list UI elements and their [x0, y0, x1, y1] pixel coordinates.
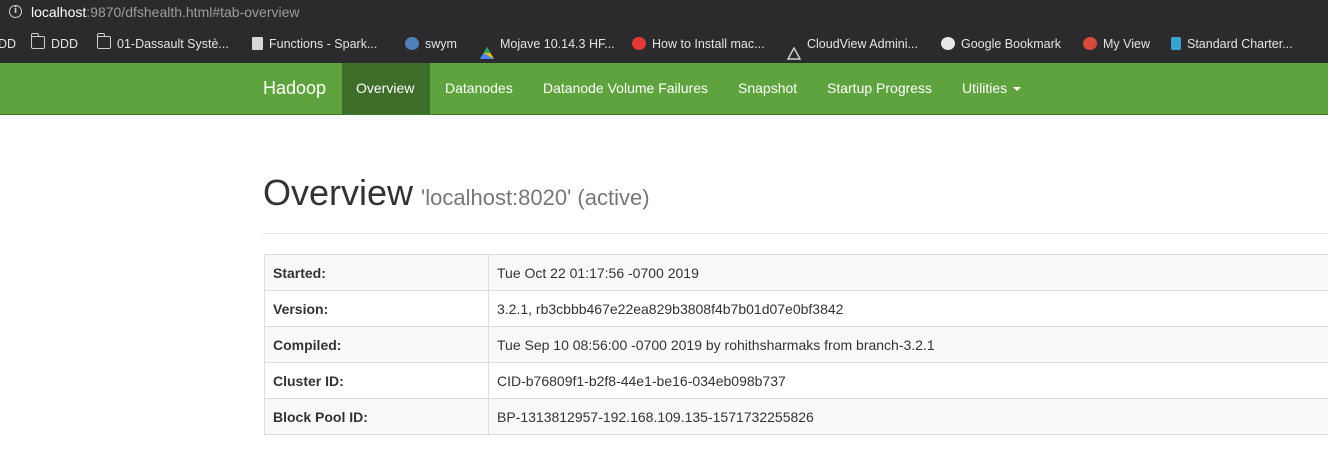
url-text[interactable]: localhost:9870/dfshealth.html#tab-overvi…	[31, 4, 300, 20]
row-key-cluster-id: Cluster ID:	[264, 362, 489, 399]
row-key-started: Started:	[264, 254, 489, 291]
row-value-compiled: Tue Sep 10 08:56:00 -0700 2019 by rohith…	[488, 326, 1328, 363]
bookmarks-bar: DD DDD 01-Dassault Systè... Functions - …	[0, 25, 1328, 63]
url-path: :9870/dfshealth.html#tab-overview	[86, 4, 300, 20]
page-subtitle: 'localhost:8020' (active)	[421, 185, 650, 210]
tab-datanode-volume-failures[interactable]: Datanode Volume Failures	[543, 63, 708, 114]
caret-down-icon	[1013, 87, 1022, 92]
table-row: Block Pool ID: BP-1313812957-192.168.109…	[264, 398, 1328, 435]
tab-startup-progress[interactable]: Startup Progress	[827, 63, 932, 114]
hadoop-navbar: Hadoop Overview Datanodes Datanode Volum…	[0, 63, 1328, 115]
bookmark-label: My View	[1103, 37, 1151, 51]
bookmark-swym[interactable]: swym	[405, 25, 457, 63]
myview-icon	[1083, 37, 1097, 51]
bookmark-label: Functions - Spark...	[269, 37, 378, 51]
folder-icon	[96, 33, 111, 50]
bookmark-google-bookmark[interactable]: Google Bookmark	[941, 25, 1061, 63]
table-row: Compiled: Tue Sep 10 08:56:00 -0700 2019…	[264, 326, 1328, 363]
info-icon[interactable]: i	[9, 5, 22, 18]
bookmark-label: CloudView Admini...	[807, 37, 918, 51]
table-row: Started: Tue Oct 22 01:17:56 -0700 2019	[264, 254, 1328, 291]
tab-snapshot[interactable]: Snapshot	[738, 63, 797, 114]
bookmark-dassault[interactable]: 01-Dassault Systè...	[96, 25, 229, 63]
bookmark-label: Standard Charter...	[1187, 37, 1293, 51]
bookmark-label: 01-Dassault Systè...	[117, 37, 229, 51]
bookmark-ddd[interactable]: DDD	[30, 25, 79, 63]
swym-icon	[405, 37, 419, 51]
bookmark-mojave[interactable]: Mojave 10.14.3 HF...	[480, 25, 615, 63]
url-host: localhost	[31, 4, 87, 20]
bookmark-label: Mojave 10.14.3 HF...	[500, 37, 615, 51]
table-row: Version: 3.2.1, rb3cbbb467e22ea829b3808f…	[264, 290, 1328, 327]
bookmark-dd[interactable]: DD	[0, 25, 16, 63]
standard-chartered-icon	[1171, 37, 1181, 51]
row-key-compiled: Compiled:	[264, 326, 489, 363]
table-row: Cluster ID: CID-b76809f1-b2f8-44e1-be16-…	[264, 362, 1328, 399]
bookmark-how-to-install[interactable]: How to Install mac...	[632, 25, 765, 63]
bookmark-my-view[interactable]: My View	[1083, 25, 1150, 63]
folder-icon	[30, 33, 45, 50]
row-value-cluster-id: CID-b76809f1-b2f8-44e1-be16-034eb098b737	[488, 362, 1328, 399]
bookmark-label: Google Bookmark	[961, 37, 1062, 51]
bookmark-standard-chartered[interactable]: Standard Charter...	[1171, 25, 1293, 63]
row-value-version: 3.2.1, rb3cbbb467e22ea829b3808f4b7b01d07…	[488, 290, 1328, 327]
page-title: Overview 'localhost:8020' (active)	[263, 172, 650, 214]
page-header: Overview 'localhost:8020' (active)	[263, 172, 1328, 234]
bookmark-label: How to Install mac...	[652, 37, 765, 51]
row-value-started: Tue Oct 22 01:17:56 -0700 2019	[488, 254, 1328, 291]
row-key-block-pool-id: Block Pool ID:	[264, 398, 489, 435]
row-value-block-pool-id: BP-1313812957-192.168.109.135-1571732255…	[488, 398, 1328, 435]
tab-utilities-label: Utilities	[962, 80, 1008, 96]
book-icon	[252, 37, 263, 51]
page-title-text: Overview	[263, 172, 414, 213]
bookmark-cloudview[interactable]: CloudView Admini...	[786, 25, 918, 63]
brand-logo[interactable]: Hadoop	[263, 63, 326, 114]
tab-utilities[interactable]: Utilities	[962, 63, 1022, 114]
globe-icon	[941, 37, 955, 51]
google-drive-icon	[480, 37, 494, 60]
bookmark-label: DDD	[51, 37, 79, 51]
tab-overview[interactable]: Overview	[342, 63, 430, 114]
row-key-version: Version:	[264, 290, 489, 327]
tab-datanodes[interactable]: Datanodes	[445, 63, 513, 114]
site-icon	[632, 37, 646, 51]
cloudview-icon	[786, 37, 802, 60]
overview-table: Started: Tue Oct 22 01:17:56 -0700 2019 …	[264, 254, 1328, 435]
bookmark-label: DD	[0, 37, 17, 51]
bookmark-functions-spark[interactable]: Functions - Spark...	[252, 25, 377, 63]
bookmark-label: swym	[425, 37, 457, 51]
browser-address-bar[interactable]: i localhost:9870/dfshealth.html#tab-over…	[0, 0, 1328, 25]
